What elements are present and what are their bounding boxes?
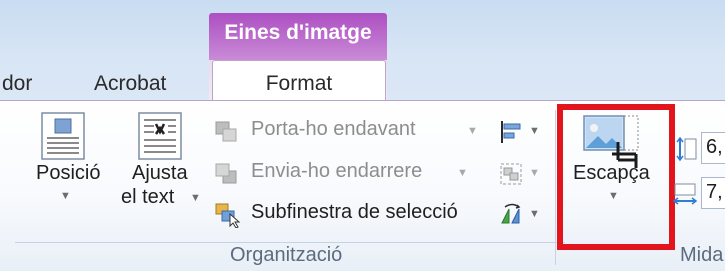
group-icon xyxy=(500,163,522,185)
group-label-size: Mida xyxy=(680,244,724,266)
shape-height-field[interactable]: 6, xyxy=(701,132,725,164)
shape-width-field[interactable]: 7, xyxy=(701,177,725,209)
rotate-dropdown-arrow-icon: ▼ xyxy=(529,208,540,220)
group-button[interactable]: ▼ xyxy=(499,160,545,188)
tab-acrobat[interactable]: Acrobat xyxy=(94,72,166,96)
wrap-text-button[interactable]: Ajusta el text ▼ xyxy=(118,112,206,237)
send-backward-icon xyxy=(215,163,237,184)
wrap-text-dropdown-arrow-icon: ▼ xyxy=(190,192,201,204)
align-icon xyxy=(501,121,521,143)
bring-forward-label: Porta-ho endavant xyxy=(251,118,416,140)
position-label: Posició xyxy=(36,162,101,184)
shape-width-icon xyxy=(672,183,698,205)
send-backward-button[interactable]: Envia-ho endarrere ▼ xyxy=(214,160,484,188)
bring-forward-button[interactable]: Porta-ho endavant ▼ xyxy=(214,118,484,146)
align-button[interactable]: ▼ xyxy=(499,118,545,146)
rotate-button[interactable]: ▼ xyxy=(499,201,545,229)
crop-highlight-box xyxy=(557,104,675,250)
shape-height-icon xyxy=(676,136,697,162)
selection-pane-icon xyxy=(215,203,241,228)
group-dropdown-arrow-icon: ▼ xyxy=(529,167,540,179)
position-button[interactable]: Posició ▼ xyxy=(28,112,101,237)
rotate-icon xyxy=(501,203,521,224)
wrap-text-icon xyxy=(138,112,182,160)
send-backward-dropdown-arrow-icon: ▼ xyxy=(457,167,468,179)
context-tab-group-label: Eines d'imatge xyxy=(224,21,372,44)
position-icon xyxy=(41,112,85,160)
group-separator xyxy=(15,242,565,243)
context-tab-group-header: Eines d'imatge xyxy=(209,13,387,60)
wrap-text-label-line2: el text xyxy=(121,186,175,208)
wrap-text-label-line1: Ajusta xyxy=(132,162,188,184)
selection-pane-button[interactable]: Subfinestra de selecció xyxy=(214,201,494,229)
group-separator-vertical xyxy=(555,110,556,265)
align-dropdown-arrow-icon: ▼ xyxy=(529,125,540,137)
bring-forward-dropdown-arrow-icon: ▼ xyxy=(467,125,478,137)
tab-format[interactable]: Format xyxy=(212,60,386,102)
position-dropdown-arrow-icon: ▼ xyxy=(60,190,71,202)
send-backward-label: Envia-ho endarrere xyxy=(251,160,423,182)
selection-pane-label: Subfinestra de selecció xyxy=(251,201,458,223)
shape-height-value: 6, xyxy=(706,136,723,158)
shape-width-value: 7, xyxy=(706,181,723,203)
bring-forward-icon xyxy=(215,121,237,142)
group-label-arrange: Organització xyxy=(230,244,343,266)
tab-format-label: Format xyxy=(265,72,333,95)
tab-partial[interactable]: dor xyxy=(2,72,32,96)
